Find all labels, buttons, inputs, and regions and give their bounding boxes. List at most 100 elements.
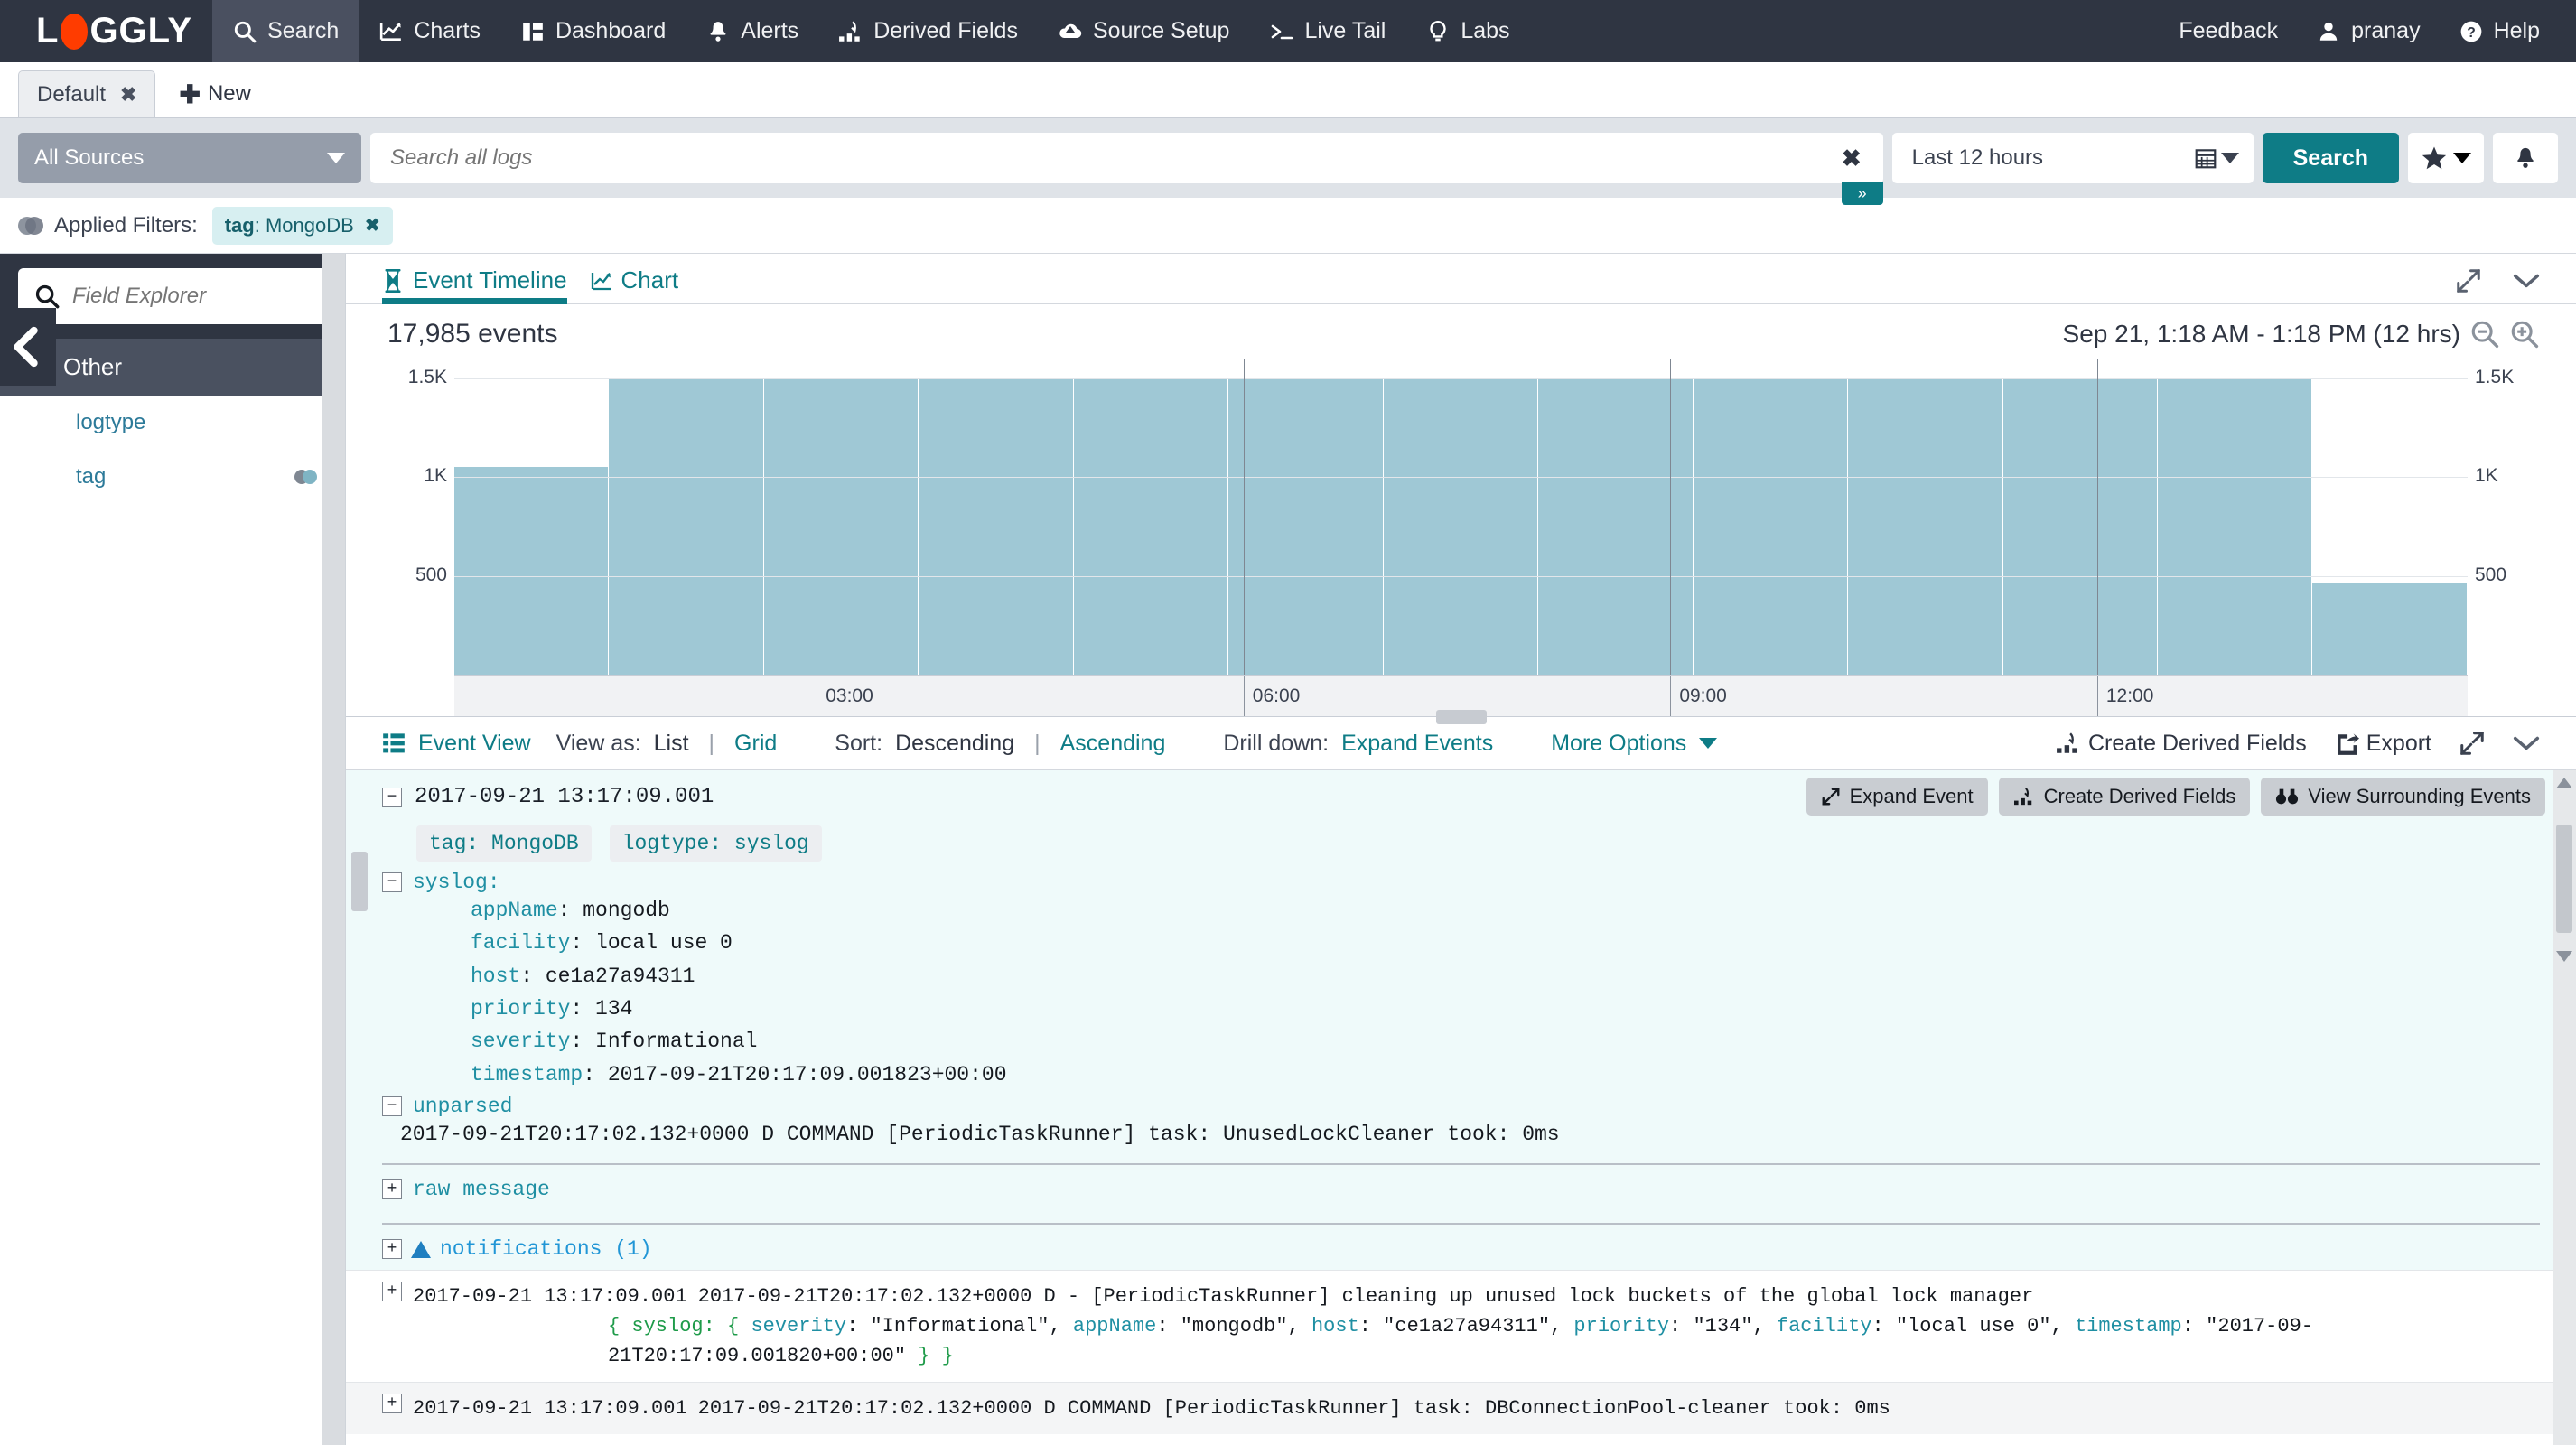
scrollbar-thumb[interactable] [2556, 825, 2572, 933]
view-as-list-option[interactable]: List [654, 731, 689, 757]
json-key[interactable]: facility [1777, 1315, 1872, 1338]
event-tag-logtype[interactable]: logtype: syslog [609, 825, 822, 862]
unparsed-section-header[interactable]: − unparsed [346, 1095, 2576, 1118]
field-key[interactable]: facility [471, 931, 570, 955]
bar[interactable] [1383, 378, 1539, 675]
event-list[interactable]: − 2017-09-21 13:17:09.001 Expand Event C… [346, 770, 2576, 1445]
bar[interactable] [2312, 583, 2468, 675]
zoom-out-icon[interactable] [2469, 319, 2500, 350]
sort-descending-option[interactable]: Descending [895, 731, 1014, 757]
view-as-grid-option[interactable]: Grid [734, 731, 777, 757]
help-button[interactable]: ? Help [2453, 0, 2545, 62]
sidebar-scrollbar[interactable] [322, 254, 345, 1445]
json-key[interactable]: severity [751, 1315, 846, 1338]
chevron-down-icon[interactable] [2513, 733, 2540, 753]
tab-default[interactable]: Default ✖ [18, 70, 156, 117]
sort-ascending-option[interactable]: Ascending [1060, 731, 1166, 757]
close-icon[interactable]: ✖ [120, 83, 136, 107]
scroll-up-arrow-icon[interactable] [2556, 778, 2572, 788]
time-range-select[interactable]: Last 12 hours [1891, 133, 2254, 183]
expand-toggle-icon[interactable]: + [382, 1394, 402, 1414]
field-item-logtype[interactable]: logtype [0, 396, 345, 450]
nav-item-source-setup[interactable]: Source Setup [1038, 0, 1250, 62]
field-item-tag[interactable]: tag [0, 450, 345, 504]
event-view-label[interactable]: Event View [418, 731, 531, 757]
feedback-button[interactable]: Feedback [2173, 0, 2283, 62]
new-tab-button[interactable]: ✚ New [155, 70, 274, 117]
source-select[interactable]: All Sources [18, 133, 361, 183]
expand-event-button[interactable]: Expand Event [1806, 778, 1988, 816]
tab-chart[interactable]: Chart [591, 266, 678, 303]
nav-item-derived-fields[interactable]: Derived Fields [818, 0, 1038, 62]
user-menu[interactable]: pranay [2310, 0, 2425, 62]
expand-toggle-icon[interactable]: + [382, 1239, 402, 1260]
scroll-down-arrow-icon[interactable] [2556, 951, 2572, 962]
view-surrounding-events-button[interactable]: View Surrounding Events [2261, 778, 2545, 816]
tab-event-timeline[interactable]: Event Timeline [382, 266, 567, 304]
bar[interactable] [1073, 378, 1229, 675]
notifications-section[interactable]: + notifications (1) [346, 1225, 2576, 1270]
remove-filter-icon[interactable]: ✖ [365, 214, 380, 237]
bar[interactable] [1228, 378, 1384, 675]
field-key[interactable]: appName [471, 899, 558, 922]
chevron-down-icon[interactable] [2513, 271, 2540, 291]
event-list-scrollbar[interactable] [2553, 770, 2576, 1445]
selected-event[interactable]: − 2017-09-21 13:17:09.001 Expand Event C… [346, 770, 2576, 1271]
collapse-toggle-icon[interactable]: − [382, 1095, 402, 1116]
create-derived-fields-button[interactable]: Create Derived Fields [1998, 778, 2251, 816]
raw-message-section[interactable]: + raw message [346, 1165, 2576, 1210]
syslog-section-header[interactable]: − syslog: [346, 871, 2576, 894]
clear-search-icon[interactable]: ✖ [1833, 144, 1871, 172]
nav-item-search[interactable]: Search [212, 0, 359, 62]
collapse-toggle-icon[interactable]: − [382, 787, 402, 807]
nav-item-live-tail[interactable]: Live Tail [1249, 0, 1405, 62]
bar[interactable] [763, 378, 919, 675]
bar[interactable] [919, 378, 1074, 675]
bar[interactable] [2157, 378, 2313, 675]
more-options-label[interactable]: More Options [1551, 731, 1686, 757]
field-key[interactable]: severity [471, 1030, 570, 1053]
bar[interactable] [2002, 378, 2158, 675]
collapse-toggle-icon[interactable]: − [382, 872, 402, 892]
table-row[interactable]: + 2017-09-21 13:17:09.001 2017-09-21T20:… [346, 1270, 2576, 1382]
expand-toggle-icon[interactable]: + [382, 1179, 402, 1200]
bar[interactable] [454, 467, 610, 675]
timeline-resize-handle[interactable] [1435, 710, 1487, 724]
nav-item-alerts[interactable]: Alerts [686, 0, 818, 62]
event-detail-grip[interactable] [351, 852, 368, 911]
alert-bell-button[interactable] [2493, 133, 2558, 183]
bar[interactable] [1693, 378, 1849, 675]
expand-query-chevron-icon[interactable]: » [1841, 182, 1883, 205]
json-key[interactable]: timestamp [2075, 1315, 2182, 1338]
json-key[interactable]: priority [1573, 1315, 1669, 1338]
search-button[interactable]: Search [2262, 133, 2399, 183]
nav-item-labs[interactable]: Labs [1405, 0, 1529, 62]
expand-toggle-icon[interactable]: + [382, 1282, 402, 1302]
nav-item-charts[interactable]: Charts [359, 0, 500, 62]
timeline-plot[interactable]: 500 1K 1.5K 500 1K 1.5K [408, 359, 2514, 675]
json-key[interactable]: host [1311, 1315, 1359, 1338]
expand-events-link[interactable]: Expand Events [1341, 731, 1493, 757]
loggly-logo[interactable]: L GGLY [0, 11, 212, 51]
json-key[interactable]: syslog [631, 1315, 703, 1338]
bar[interactable] [1848, 378, 2003, 675]
more-options-group[interactable]: More Options [1551, 731, 1718, 757]
field-key[interactable]: timestamp [471, 1063, 583, 1086]
export-button[interactable]: Export [2334, 731, 2431, 757]
saved-searches-button[interactable] [2408, 133, 2484, 183]
bar[interactable] [609, 378, 764, 675]
event-tag-tag[interactable]: tag: MongoDB [416, 825, 592, 862]
zoom-in-icon[interactable] [2509, 319, 2540, 350]
field-explorer-input[interactable] [72, 284, 357, 309]
expand-panel-icon[interactable] [2455, 267, 2482, 294]
field-key[interactable]: host [471, 965, 520, 988]
field-key[interactable]: priority [471, 997, 570, 1021]
collapse-sidebar-button[interactable] [0, 308, 56, 386]
filter-chip-tag[interactable]: tag: MongoDB ✖ [211, 206, 393, 245]
expand-panel-icon[interactable] [2459, 730, 2486, 757]
search-input[interactable] [390, 145, 1833, 171]
nav-item-dashboard[interactable]: Dashboard [500, 0, 686, 62]
json-key[interactable]: appName [1073, 1315, 1156, 1338]
create-derived-fields-button[interactable]: Create Derived Fields [2056, 731, 2307, 757]
table-row[interactable]: + 2017-09-21 13:17:09.001 2017-09-21T20:… [346, 1382, 2576, 1435]
